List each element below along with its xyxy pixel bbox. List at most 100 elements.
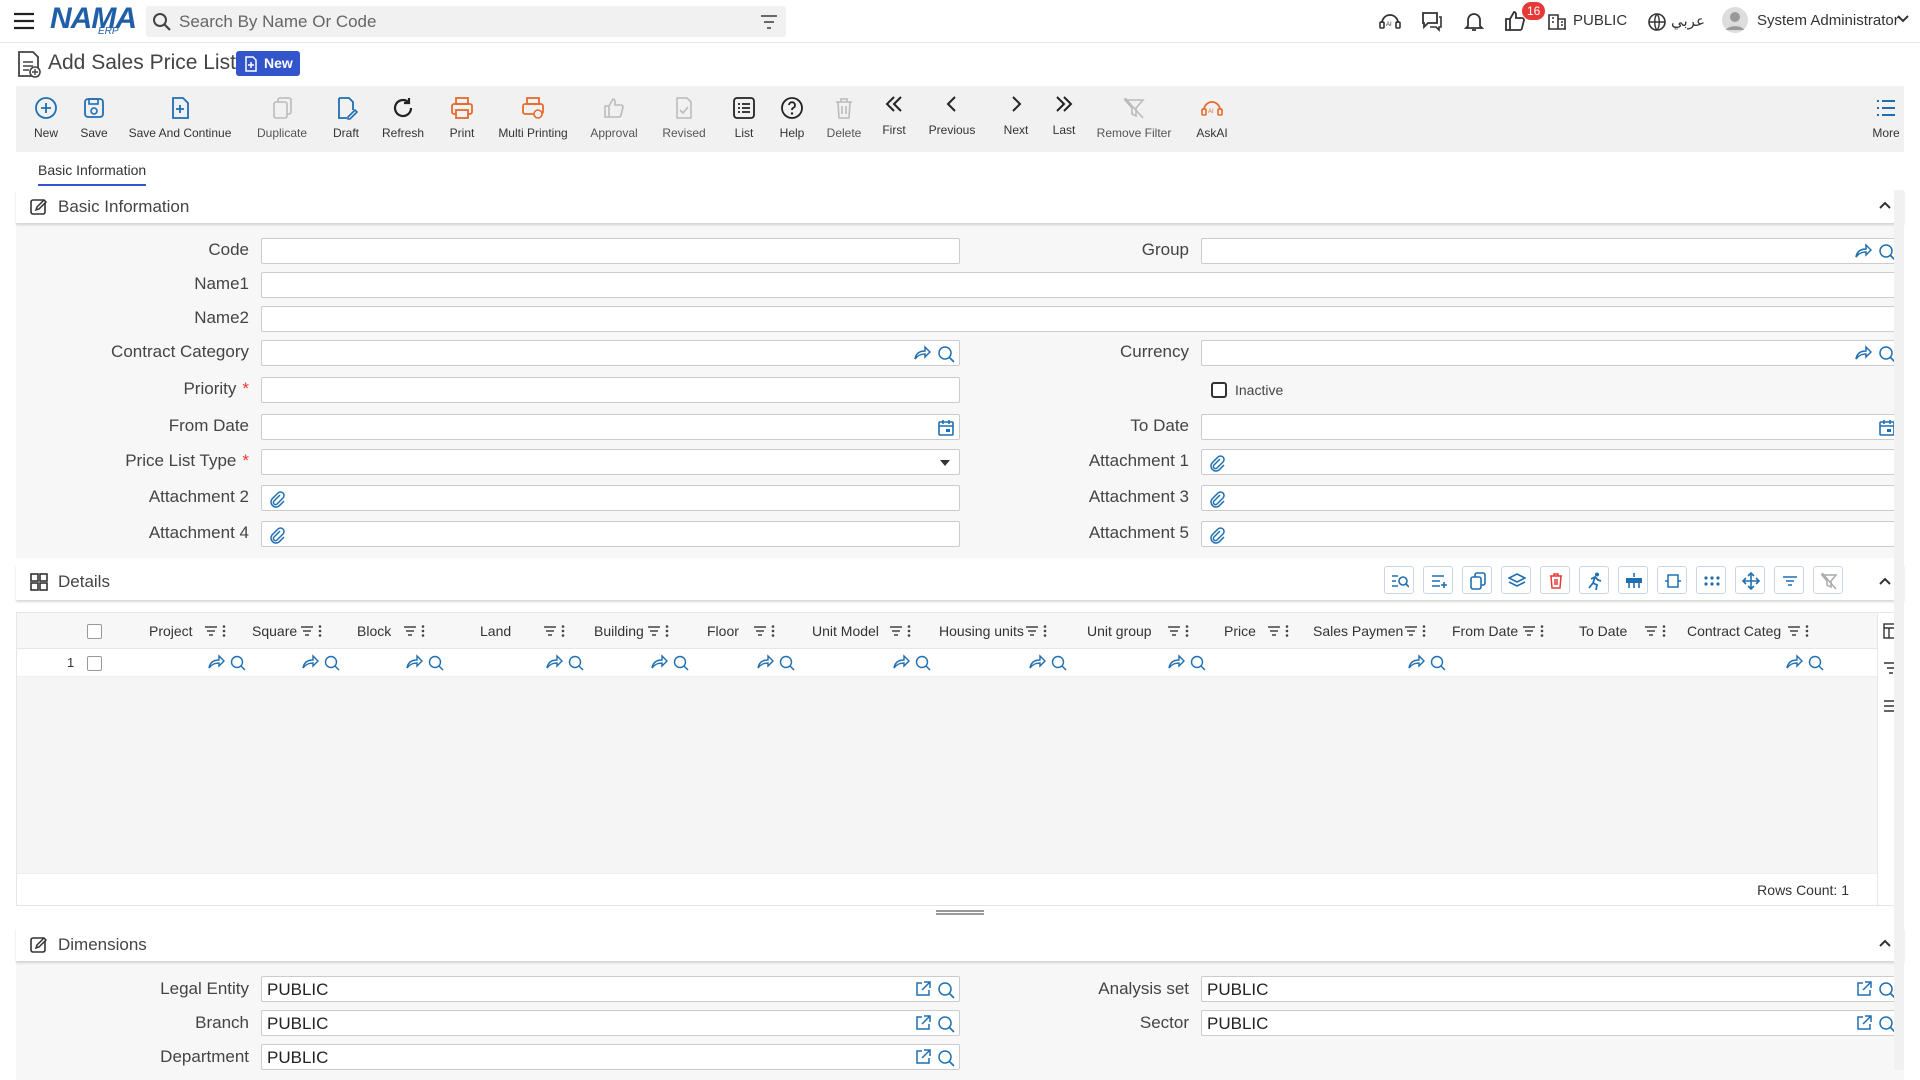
page-scrollbar[interactable] [1894, 190, 1904, 1070]
column-filter-icon[interactable] [1522, 624, 1546, 638]
dots-grid-button[interactable] [1696, 566, 1726, 594]
paperclip-icon[interactable] [268, 490, 286, 508]
clear-filter-button[interactable] [1813, 566, 1843, 594]
attachment3-field[interactable] [1201, 485, 1901, 511]
row-lookup-icons[interactable] [1785, 654, 1825, 672]
column-filter-icon[interactable] [647, 624, 671, 638]
draft-button[interactable]: Draft [328, 86, 364, 152]
avatar[interactable] [1722, 7, 1748, 33]
column-filter-icon[interactable] [1787, 624, 1811, 638]
multi-printing-button[interactable]: Multi Printing [496, 86, 570, 152]
chevron-down-icon[interactable] [1896, 14, 1910, 24]
fit-columns-button[interactable] [1657, 566, 1687, 594]
run-button[interactable] [1579, 566, 1609, 594]
print-button[interactable]: Print [444, 86, 480, 152]
chevron-up-icon[interactable] [1878, 576, 1892, 586]
column-filter-icon[interactable] [403, 624, 427, 638]
column-header[interactable]: Building [594, 623, 644, 639]
table-row[interactable]: 1 [17, 649, 1877, 677]
contract-category-field[interactable] [261, 340, 960, 366]
row-lookup-icons[interactable] [1407, 654, 1447, 672]
language-switch[interactable]: عربي [1671, 12, 1705, 30]
refresh-button[interactable]: Refresh [378, 86, 428, 152]
help-button[interactable]: Help [774, 86, 810, 152]
row-lookup-icons[interactable] [756, 654, 796, 672]
dimensions-header[interactable]: Dimensions [16, 928, 1904, 961]
lookup-search-icon[interactable] [937, 1049, 955, 1067]
filter-button[interactable] [1774, 566, 1804, 594]
app-logo[interactable]: NAMA ERP [50, 4, 137, 38]
column-header[interactable]: Unit Model [812, 623, 879, 639]
column-header[interactable]: Land [480, 623, 511, 639]
column-filter-icon[interactable] [543, 624, 567, 638]
column-header[interactable]: Block [357, 623, 391, 639]
paperclip-icon[interactable] [1208, 490, 1226, 508]
basic-information-header[interactable]: Basic Information [16, 190, 1904, 223]
legal-entity-field[interactable]: PUBLIC [261, 976, 960, 1002]
name1-field[interactable] [261, 272, 1901, 298]
row-lookup-icons[interactable] [1028, 654, 1068, 672]
external-link-icon[interactable] [915, 981, 931, 997]
calendar-icon[interactable] [937, 419, 955, 437]
group-field[interactable] [1201, 238, 1901, 264]
column-filter-icon[interactable] [1167, 624, 1191, 638]
column-header[interactable]: Floor [707, 623, 739, 639]
column-filter-icon[interactable] [1025, 624, 1049, 638]
priority-field[interactable] [261, 377, 960, 403]
column-filter-icon[interactable] [889, 624, 913, 638]
column-header[interactable]: To Date [1579, 623, 1627, 639]
duplicate-button[interactable]: Duplicate [254, 86, 310, 152]
external-link-icon[interactable] [915, 1049, 931, 1065]
from-date-field[interactable] [261, 414, 960, 440]
approval-button[interactable]: Approval [586, 86, 642, 152]
attachment5-field[interactable] [1201, 521, 1901, 547]
lookup-search-icon[interactable] [937, 345, 955, 363]
row-lookup-icons[interactable] [301, 654, 341, 672]
department-field[interactable]: PUBLIC [261, 1044, 960, 1070]
column-filter-icon[interactable] [1404, 624, 1428, 638]
column-filter-icon[interactable] [1267, 624, 1291, 638]
row-lookup-icons[interactable] [207, 654, 247, 672]
column-header[interactable]: From Date [1452, 623, 1518, 639]
resize-handle[interactable] [936, 910, 984, 915]
external-link-icon[interactable] [1856, 1015, 1872, 1031]
external-link-icon[interactable] [915, 1015, 931, 1031]
search-filter-icon[interactable] [760, 14, 778, 30]
list-button[interactable]: List [726, 86, 762, 152]
new-button[interactable]: New [28, 86, 64, 152]
save-and-continue-button[interactable]: Save And Continue [128, 86, 232, 152]
last-button[interactable]: Last [1046, 86, 1082, 152]
tab-basic-information[interactable]: Basic Information [38, 162, 147, 186]
remove-filter-button[interactable]: Remove Filter [1094, 86, 1174, 152]
row-lookup-icons[interactable] [1167, 654, 1207, 672]
column-filter-icon[interactable] [204, 624, 228, 638]
user-menu[interactable]: System Administrator [1757, 12, 1899, 29]
revised-button[interactable]: Revised [656, 86, 712, 152]
price-list-type-select[interactable] [261, 449, 960, 475]
column-filter-icon[interactable] [300, 624, 324, 638]
open-link-icon[interactable] [913, 345, 931, 361]
save-button[interactable]: Save [76, 86, 112, 152]
code-field[interactable] [261, 238, 960, 264]
bell-icon[interactable] [1462, 9, 1486, 33]
row-lookup-icons[interactable] [650, 654, 690, 672]
chevron-up-icon[interactable] [1878, 200, 1892, 210]
previous-button[interactable]: Previous [924, 86, 980, 152]
column-header[interactable]: Sales Paymen [1313, 623, 1403, 639]
column-header[interactable]: Square [252, 623, 297, 639]
analysis-set-field[interactable]: PUBLIC [1201, 976, 1901, 1002]
paperclip-icon[interactable] [268, 526, 286, 544]
row-lookup-icons[interactable] [545, 654, 585, 672]
delete-row-button[interactable] [1540, 566, 1570, 594]
move-button[interactable] [1735, 566, 1765, 594]
column-header[interactable]: Project [149, 623, 193, 639]
lookup-search-icon[interactable] [937, 1015, 955, 1033]
layers-button[interactable] [1501, 566, 1531, 594]
row-lookup-icons[interactable] [892, 654, 932, 672]
menu-icon[interactable] [12, 10, 36, 32]
column-header[interactable]: Price [1224, 623, 1256, 639]
next-button[interactable]: Next [998, 86, 1034, 152]
ai-assistant-icon[interactable]: AI [1378, 9, 1402, 33]
chat-icon[interactable] [1420, 9, 1444, 33]
insert-column-button[interactable] [1618, 566, 1648, 594]
